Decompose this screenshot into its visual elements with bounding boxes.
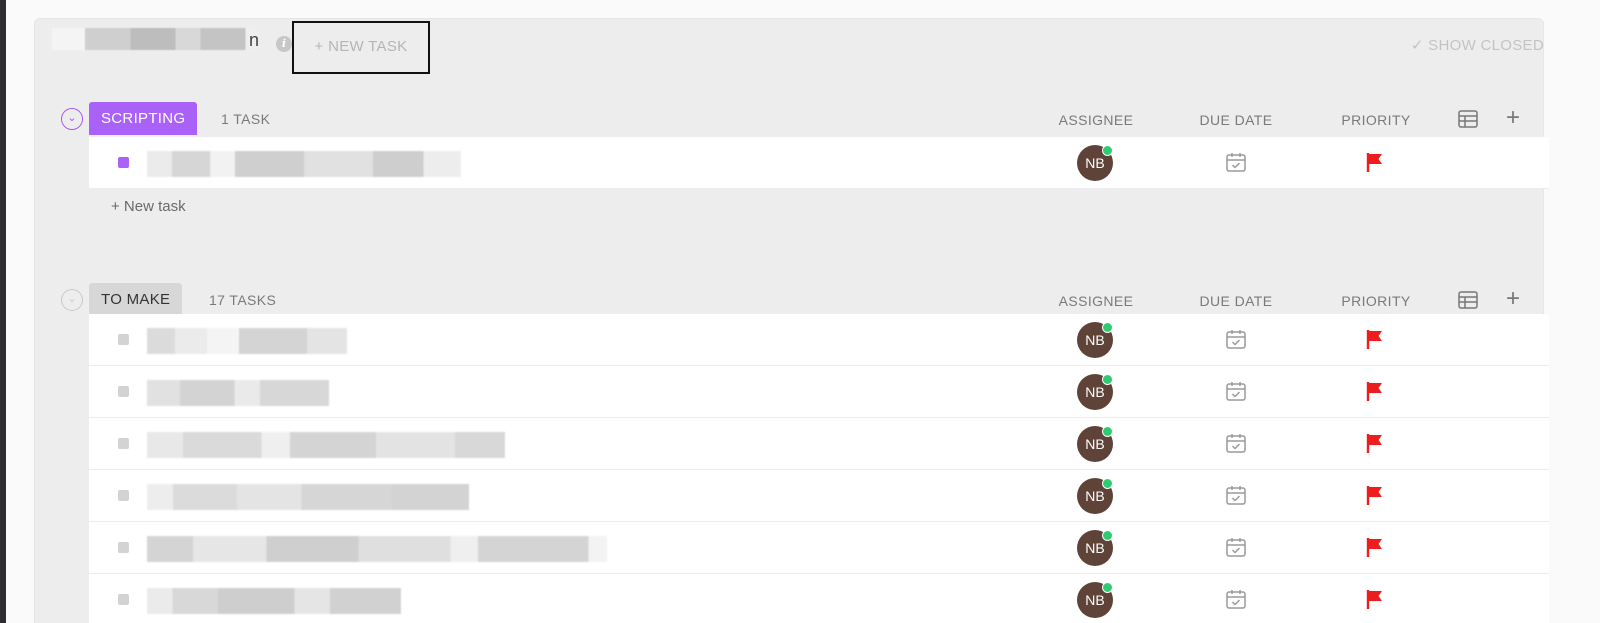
task-name-redacted[interactable] xyxy=(147,328,347,354)
task-name-redacted[interactable] xyxy=(147,588,401,614)
avatar-initials: NB xyxy=(1085,155,1105,171)
table-row[interactable]: NB xyxy=(89,470,1549,522)
new-task-button[interactable]: + NEW TASK xyxy=(292,21,430,74)
avatar-initials: NB xyxy=(1085,384,1105,400)
flag-icon[interactable] xyxy=(1365,380,1385,402)
task-name-redacted[interactable] xyxy=(147,151,461,177)
calendar-icon[interactable] xyxy=(1225,151,1247,173)
info-icon[interactable]: i xyxy=(276,36,292,52)
add-task-link[interactable]: + New task xyxy=(111,198,186,215)
flag-icon[interactable] xyxy=(1365,484,1385,506)
column-header-due-date[interactable]: DUE DATE xyxy=(1176,112,1296,128)
calendar-icon[interactable] xyxy=(1225,588,1247,610)
online-indicator xyxy=(1102,478,1113,489)
avatar[interactable]: NB xyxy=(1077,374,1113,410)
avatar[interactable]: NB xyxy=(1077,426,1113,462)
avatar[interactable]: NB xyxy=(1077,145,1113,181)
flag-icon[interactable] xyxy=(1365,328,1385,350)
online-indicator xyxy=(1102,145,1113,156)
flag-icon[interactable] xyxy=(1365,151,1385,173)
list-header: n i + NEW TASK ✓ SHOW CLOSED xyxy=(0,0,1600,74)
task-name-redacted[interactable] xyxy=(147,432,505,458)
column-header-assignee[interactable]: ASSIGNEE xyxy=(1036,293,1156,309)
status-square[interactable] xyxy=(118,438,129,449)
status-label-to-make: TO MAKE xyxy=(89,283,183,316)
online-indicator xyxy=(1102,582,1113,593)
chevron-down-icon[interactable]: ⌄ xyxy=(61,108,83,130)
chevron-down-icon[interactable]: ⌄ xyxy=(61,289,83,311)
calendar-icon[interactable] xyxy=(1225,432,1247,454)
status-square[interactable] xyxy=(118,386,129,397)
avatar[interactable]: NB xyxy=(1077,582,1113,618)
column-header-priority[interactable]: PRIORITY xyxy=(1316,112,1436,128)
task-name-redacted[interactable] xyxy=(147,484,469,510)
avatar-initials: NB xyxy=(1085,332,1105,348)
online-indicator xyxy=(1102,322,1113,333)
calendar-icon[interactable] xyxy=(1225,380,1247,402)
task-count: 1 TASK xyxy=(221,111,271,127)
plus-icon[interactable]: + xyxy=(1503,287,1523,311)
status-square[interactable] xyxy=(118,334,129,345)
column-header-priority[interactable]: PRIORITY xyxy=(1316,293,1436,309)
flag-icon[interactable] xyxy=(1365,536,1385,558)
avatar[interactable]: NB xyxy=(1077,478,1113,514)
table-icon[interactable] xyxy=(1458,110,1478,128)
list-title: n xyxy=(249,30,260,50)
show-closed-toggle[interactable]: ✓ SHOW CLOSED xyxy=(1411,36,1544,54)
table-icon[interactable] xyxy=(1458,291,1478,309)
table-row[interactable]: NB xyxy=(89,314,1549,366)
table-row[interactable]: NB xyxy=(89,574,1549,623)
table-row[interactable]: NB xyxy=(89,137,1549,189)
status-square[interactable] xyxy=(118,542,129,553)
task-name-redacted[interactable] xyxy=(147,380,329,406)
table-row[interactable]: NB xyxy=(89,366,1549,418)
online-indicator xyxy=(1102,374,1113,385)
avatar[interactable]: NB xyxy=(1077,530,1113,566)
table-row[interactable]: NB xyxy=(89,418,1549,470)
avatar-initials: NB xyxy=(1085,436,1105,452)
task-count: 17 TASKS xyxy=(209,292,277,308)
list-title-redacted xyxy=(52,28,258,50)
online-indicator xyxy=(1102,426,1113,437)
online-indicator xyxy=(1102,530,1113,541)
flag-icon[interactable] xyxy=(1365,588,1385,610)
column-header-assignee[interactable]: ASSIGNEE xyxy=(1036,112,1156,128)
calendar-icon[interactable] xyxy=(1225,536,1247,558)
avatar-initials: NB xyxy=(1085,592,1105,608)
avatar[interactable]: NB xyxy=(1077,322,1113,358)
group-header-scripting: ⌄ SCRIPTING 1 TASK ASSIGNEE DUE DATE PRI… xyxy=(0,102,1600,136)
status-square[interactable] xyxy=(118,490,129,501)
avatar-initials: NB xyxy=(1085,488,1105,504)
group-header-to-make: ⌄ TO MAKE 17 TASKS ASSIGNEE DUE DATE PRI… xyxy=(0,283,1600,317)
plus-icon[interactable]: + xyxy=(1503,106,1523,130)
status-square[interactable] xyxy=(118,594,129,605)
avatar-initials: NB xyxy=(1085,540,1105,556)
status-label-scripting: SCRIPTING xyxy=(89,102,198,135)
flag-icon[interactable] xyxy=(1365,432,1385,454)
table-row[interactable]: NB xyxy=(89,522,1549,574)
task-name-redacted[interactable] xyxy=(147,536,607,562)
calendar-icon[interactable] xyxy=(1225,328,1247,350)
status-square[interactable] xyxy=(118,157,129,168)
column-header-due-date[interactable]: DUE DATE xyxy=(1176,293,1296,309)
calendar-icon[interactable] xyxy=(1225,484,1247,506)
